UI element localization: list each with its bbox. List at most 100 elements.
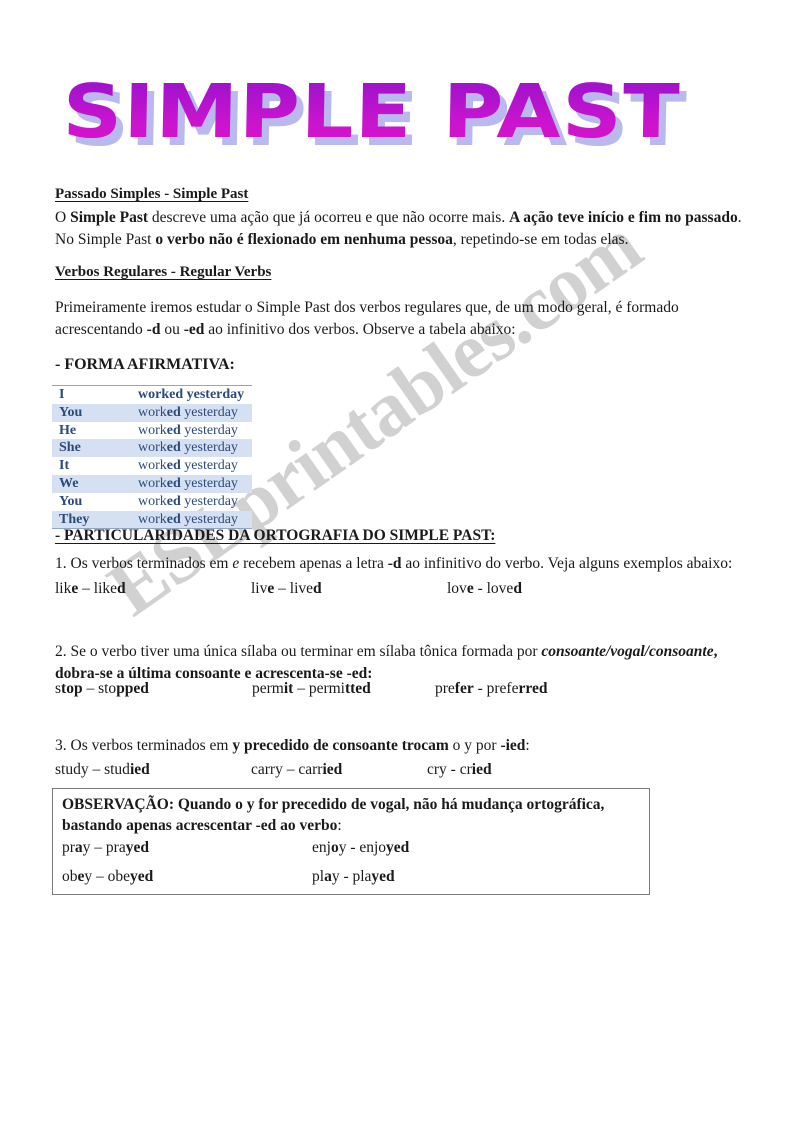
intro-text-b: Simple Past xyxy=(70,209,149,226)
intro-text-f: o verbo não é flexionado em nenhuma pess… xyxy=(155,231,453,248)
verb-example: live – lived xyxy=(251,580,322,597)
rule1-examples: like – liked live – lived love - loved xyxy=(55,579,522,599)
conjugation-row: We worked yesterday xyxy=(52,474,252,493)
example-column: cry - cried xyxy=(427,760,492,780)
conjugation-ed-suffix: ed xyxy=(166,440,181,456)
observation-tail: : xyxy=(337,817,342,834)
observation-box: OBSERVAÇÃO: Quando o y for precedido de … xyxy=(52,788,650,895)
conjugation-verb-phrase: worked yesterday xyxy=(138,493,238,509)
rule2-c: , xyxy=(713,643,718,660)
intro-paragraph: O Simple Past descreve uma ação que já o… xyxy=(55,207,747,251)
conjugation-ed-suffix: ed xyxy=(166,493,181,509)
conjugation-row: She worked yesterday xyxy=(52,439,252,458)
example-column: love - loved xyxy=(447,579,522,599)
observation-examples-row-1: pray – prayed enjoy - enjoyed xyxy=(62,839,409,857)
verb-example-base-highlight: a xyxy=(74,839,83,856)
heading-particularidades: - PARTICULARIDADES DA ORTOGRAFIA DO SIMP… xyxy=(55,527,496,544)
regular-text-b: -d xyxy=(146,321,161,338)
conjugation-ed-suffix: ed xyxy=(166,422,181,438)
conjugation-table: Iworked yesterday You worked yesterday He wo… xyxy=(52,385,252,530)
rule3-b: y precedido de consoante trocam xyxy=(232,737,449,754)
rule3-c: o y por xyxy=(448,737,501,754)
conjugation-verb-phrase: worked yesterday xyxy=(138,440,238,456)
conjugation-pronoun: You xyxy=(59,404,83,420)
regular-text-c: ou xyxy=(160,321,184,338)
rule2-examples: stop – stopped permit – permitted prefer -… xyxy=(55,679,547,699)
conjugation-pronoun: It xyxy=(59,458,70,474)
conjugation-verb-phrase: worked yesterday xyxy=(138,422,238,438)
conjugation-verb-phrase: worked yesterday xyxy=(138,387,245,402)
verb-example-past-highlight: pped xyxy=(116,680,149,697)
rule3-e: : xyxy=(525,737,530,754)
title-wordart: SIMPLE PAST SIMPLE PAST xyxy=(58,58,689,170)
heading-passado-simples: Passado Simples - Simple Past xyxy=(55,186,249,202)
verb-example-past-highlight: d xyxy=(313,580,322,597)
conjugation-row: It worked yesterday xyxy=(52,457,252,475)
rule1-a: 1. Os verbos terminados em xyxy=(55,555,233,572)
conjugation-pronoun: He xyxy=(59,422,77,438)
verb-example-base-highlight: top xyxy=(61,680,83,697)
conjugation-verb-phrase: worked yesterday xyxy=(138,475,238,491)
example-column: pray – prayed xyxy=(62,839,312,857)
verb-example: enjoy - enjoyed xyxy=(312,839,410,856)
example-column: enjoy - enjoyed xyxy=(312,839,409,856)
worksheet-page: ESLprintables.com SIMPLE PAST SIMPLE PAS… xyxy=(0,0,800,1130)
rule2-a: 2. Se o verbo tiver uma única sílaba ou … xyxy=(55,643,542,660)
conjugation-pronoun: She xyxy=(59,440,81,456)
verb-example-base-highlight: e xyxy=(466,580,474,597)
rule3-examples: study – studied carry – carried cry - crie… xyxy=(55,760,492,780)
rule3-d: -ied xyxy=(500,737,526,754)
rule3-a: 3. Os verbos terminados em xyxy=(55,737,233,754)
verb-example-past-highlight: d xyxy=(117,580,126,597)
conjugation-row: You worked yesterday xyxy=(52,403,252,422)
observation-text: OBSERVAÇÃO: Quando o y for precedido de … xyxy=(62,794,642,836)
verb-example: carry – carried xyxy=(251,761,343,778)
conjugation-ed-suffix: ed xyxy=(169,387,184,402)
conjugation-table-body: Iworked yesterday You worked yesterday He wo… xyxy=(52,386,252,529)
title-wordart-fill: SIMPLE PAST xyxy=(57,58,686,166)
rule2-b: consoante/vogal/consoante xyxy=(541,643,714,660)
observation-examples-row-2: obey – obeyed play - played xyxy=(62,868,395,886)
conjugation-verb-phrase: worked yesterday xyxy=(138,458,238,474)
example-column: play - played xyxy=(312,868,395,885)
example-column: study – studied xyxy=(55,760,251,780)
conjugation-row: Iworked yesterday xyxy=(52,386,252,404)
example-column: live – lived xyxy=(251,579,447,599)
intro-text-a: O xyxy=(55,209,71,226)
rule1-e: ao infinitivo do verbo. Veja alguns exem… xyxy=(401,555,733,572)
example-column: carry – carried xyxy=(251,760,427,780)
verb-example-base-highlight: fer xyxy=(454,680,474,697)
conjugation-pronoun: You xyxy=(59,493,83,509)
example-column: stop – stopped xyxy=(55,679,252,699)
verb-example: permit – permitted xyxy=(252,680,371,697)
intro-text-g: , repetindo-se em todas elas. xyxy=(452,231,629,248)
verb-example-base-highlight: e xyxy=(77,868,85,885)
verb-example-past-highlight: rred xyxy=(518,680,548,697)
verb-example: obey – obeyed xyxy=(62,868,154,885)
regular-paragraph: Primeiramente iremos estudar o Simple Pa… xyxy=(55,297,715,341)
verb-example-base-highlight: o xyxy=(330,839,339,856)
rule1-c: recebem apenas a letra xyxy=(239,555,388,572)
conjugation-verb-phrase: worked yesterday xyxy=(138,404,238,420)
intro-text-c: descreve uma ação que já ocorreu e que n… xyxy=(148,209,510,226)
heading-verbos-regulares: Verbos Regulares - Regular Verbs xyxy=(55,264,272,280)
verb-example: cry - cried xyxy=(427,761,492,778)
verb-example: love - loved xyxy=(447,580,522,597)
verb-example: stop – stopped xyxy=(55,680,149,697)
conjugation-ed-suffix: ed xyxy=(166,404,181,420)
conjugation-ed-suffix: ed xyxy=(166,511,181,527)
conjugation-row: He worked yesterday xyxy=(52,422,252,440)
verb-example: prefer - preferred xyxy=(435,680,548,697)
example-column: prefer - preferred xyxy=(435,679,547,699)
verb-example-base-highlight: a xyxy=(324,868,332,885)
page-content: SIMPLE PAST SIMPLE PAST Passado Simples … xyxy=(0,0,800,1130)
verb-example-past-highlight: tted xyxy=(344,680,371,697)
verb-example-base-highlight: e xyxy=(267,580,275,597)
verb-example: study – studied xyxy=(55,761,150,778)
verb-example-past-highlight: ied xyxy=(129,761,150,778)
conjugation-row: You worked yesterday xyxy=(52,493,252,511)
verb-example-past-highlight: yed xyxy=(371,868,395,885)
conjugation-pronoun: I xyxy=(59,387,65,402)
intro-text-d: A ação teve início e fim no passado xyxy=(509,209,738,226)
conjugation-ed-suffix: ed xyxy=(166,475,181,491)
